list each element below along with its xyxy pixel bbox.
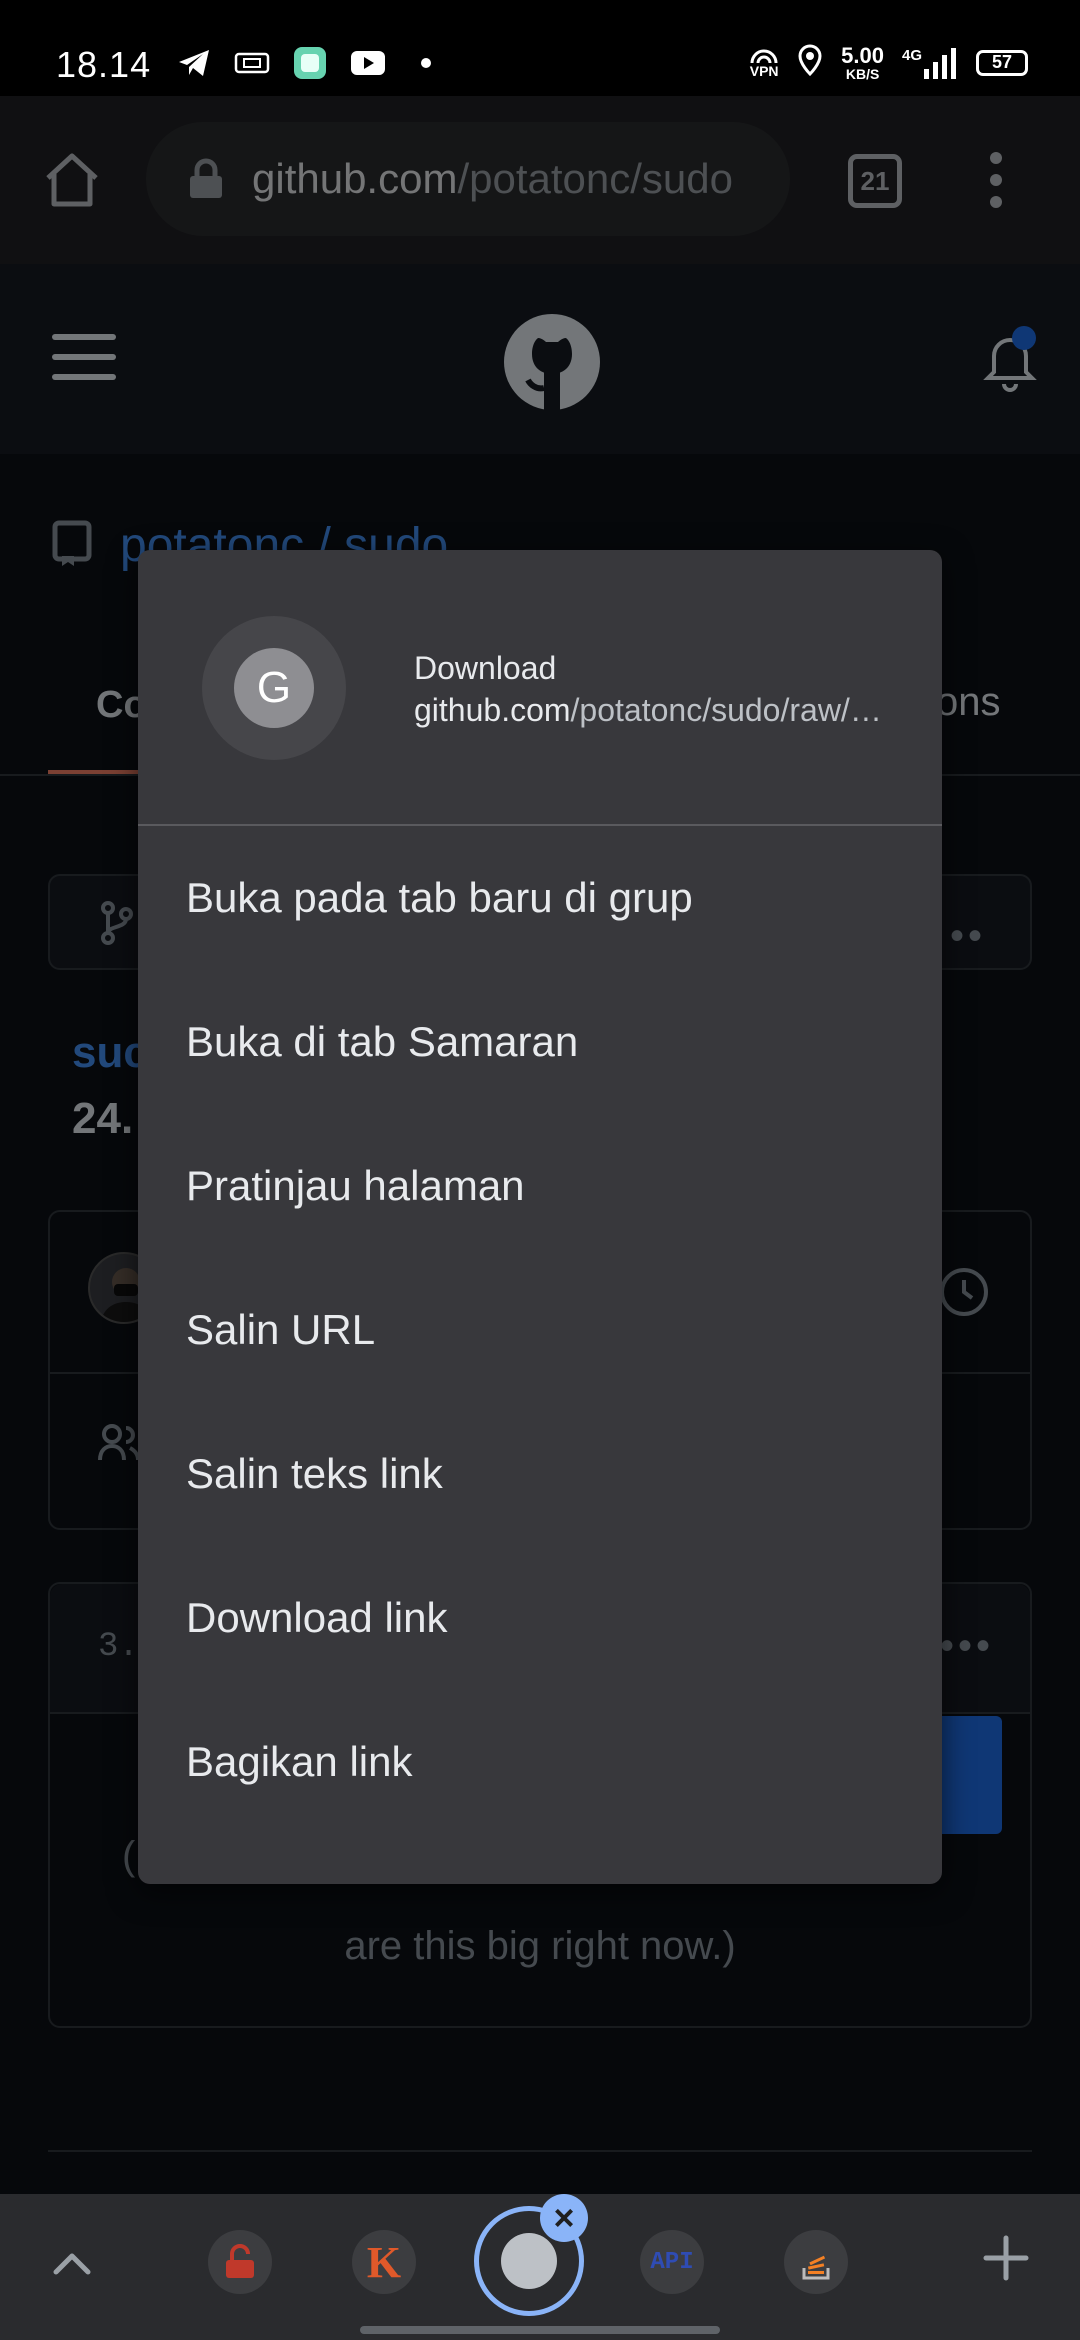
telegram-icon <box>176 48 212 78</box>
vpn-icon: VPN <box>749 48 779 78</box>
tab-group-bar: K × API <box>0 2194 1080 2340</box>
gesture-home-indicator[interactable] <box>360 2326 720 2334</box>
chevron-up-icon[interactable] <box>52 2244 92 2284</box>
add-tab-icon[interactable] <box>982 2234 1030 2282</box>
menu-item-open-in-group[interactable]: Buka pada tab baru di grup <box>138 826 942 970</box>
network-type: 4G <box>901 46 922 64</box>
unlock-icon[interactable] <box>208 2230 272 2294</box>
k-icon-label: K <box>366 2237 402 2287</box>
menu-item-copy-link-text[interactable]: Salin teks link <box>138 1402 942 1546</box>
context-menu-title: Download <box>414 650 557 686</box>
context-menu-header: G Download github.com/potatonc/sudo/raw/… <box>138 550 942 826</box>
context-menu-url-host: github.com <box>414 692 571 728</box>
network-speed-unit: KB/S <box>845 65 880 82</box>
favicon-letter-icon: G <box>234 648 314 728</box>
menu-item-copy-url[interactable]: Salin URL <box>138 1258 942 1402</box>
menu-item-preview-page[interactable]: Pratinjau halaman <box>138 1114 942 1258</box>
close-tab-button[interactable]: × <box>540 2194 588 2242</box>
current-tab-favicon <box>501 2233 557 2289</box>
stackoverflow-icon[interactable] <box>784 2230 848 2294</box>
network-speed-value: 5.00 <box>841 42 884 68</box>
favicon-container: G <box>202 616 346 760</box>
app-notification-icon <box>292 47 328 79</box>
api-icon[interactable]: API <box>640 2230 704 2294</box>
notification-icons <box>176 47 444 79</box>
context-menu-url: github.com/potatonc/sudo/raw/… <box>414 692 882 729</box>
system-icons: VPN 5.00 KB/S 4G 57 <box>749 44 1028 81</box>
clock-time: 18.14 <box>56 44 152 85</box>
status-bar: 18.14 VPN 5.00 KB/S 4G 57 <box>0 0 1080 96</box>
signal-icon: 4G <box>902 47 958 79</box>
menu-item-share-link[interactable]: Bagikan link <box>138 1690 942 1834</box>
vpn-label: VPN <box>749 62 779 79</box>
network-speed: 5.00 KB/S <box>841 42 884 82</box>
location-icon <box>797 44 823 81</box>
menu-item-download-link[interactable]: Download link <box>138 1546 942 1690</box>
battery-indicator: 57 <box>976 49 1028 76</box>
context-menu-items: Buka pada tab baru di grup Buka di tab S… <box>138 826 942 1834</box>
context-menu-url-path: /potatonc/sudo/raw/… <box>570 692 882 728</box>
link-context-menu: G Download github.com/potatonc/sudo/raw/… <box>138 550 942 1884</box>
api-icon-label: API <box>650 2248 694 2276</box>
youtube-icon <box>350 48 386 78</box>
menu-item-open-incognito[interactable]: Buka di tab Samaran <box>138 970 942 1114</box>
sim-card-icon <box>234 48 270 78</box>
more-notifications-dot-icon <box>408 48 444 78</box>
k-icon[interactable]: K <box>352 2230 416 2294</box>
